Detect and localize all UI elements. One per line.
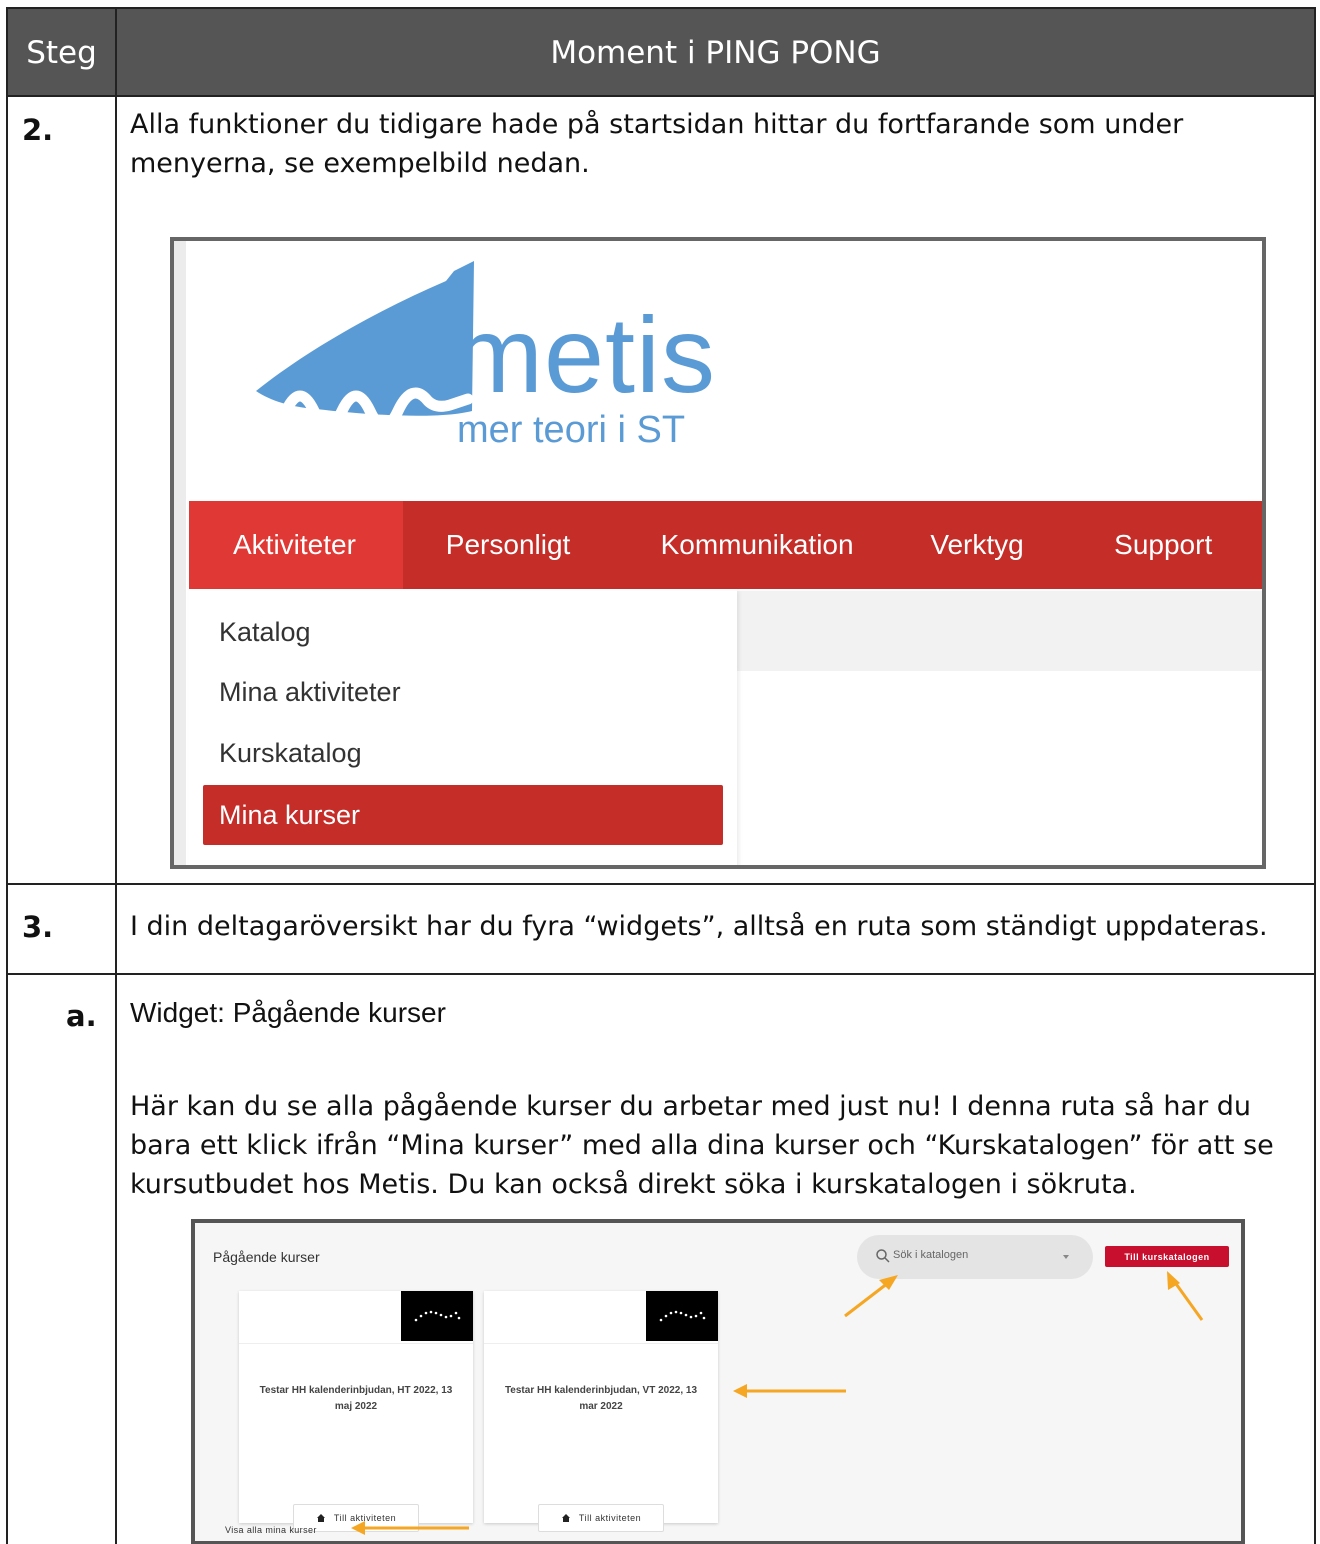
step-number: a. — [66, 999, 97, 1033]
menu-screenshot: metis mer teori i ST Aktiviteter Personl… — [170, 237, 1266, 869]
dropdown-item-katalog[interactable]: Katalog — [219, 617, 311, 648]
header-moment: Moment i PING PONG — [550, 35, 881, 71]
column-divider — [115, 975, 117, 1544]
nav-kommunikation[interactable]: Kommunikation — [617, 501, 889, 589]
step-number: 2. — [22, 113, 54, 147]
arrow-to-cards-head — [733, 1384, 747, 1398]
nav-verktyg[interactable]: Verktyg — [888, 501, 1072, 589]
arrow-to-catalog — [1172, 1280, 1204, 1321]
header-step: Steg — [26, 35, 97, 71]
logo-wordmark: metis — [453, 294, 717, 415]
page-edge — [174, 241, 186, 865]
table-row-step-a: a. Widget: Pågående kurser Här kan du se… — [8, 975, 1314, 1544]
column-divider — [115, 97, 117, 883]
dropdown-item-kurskatalog[interactable]: Kurskatalog — [219, 738, 362, 769]
widget-heading: Widget: Pågående kurser — [130, 997, 446, 1028]
arrow-to-show-all-head — [351, 1521, 365, 1535]
table-row-step-2: 2. Alla funktioner du tidigare hade på s… — [8, 97, 1314, 885]
step-number: 3. — [22, 910, 54, 944]
dropdown-item-mina-aktiviteter[interactable]: Mina aktiviteter — [219, 677, 401, 708]
annotation-arrows — [351, 1271, 1204, 1535]
dropdown-item-mina-kurser[interactable]: Mina kurser — [203, 785, 723, 845]
table-row-step-3: 3. I din deltagaröversikt har du fyra “w… — [8, 885, 1314, 975]
nav-aktiviteter[interactable]: Aktiviteter — [189, 501, 403, 589]
widget-screenshot: Pågående kurser Sök i katalogen Till kur… — [191, 1219, 1245, 1544]
step-description: Här kan du se alla pågående kurser du ar… — [130, 1091, 1274, 1200]
aktiviteter-dropdown: Katalog Mina aktiviteter Kurskatalog Min… — [189, 589, 737, 865]
step-description: I din deltagaröversikt har du fyra “widg… — [130, 911, 1268, 942]
content-strip — [737, 591, 1262, 671]
step-description: Alla funktioner du tidigare hade på star… — [130, 109, 1184, 179]
logo-subtitle: mer teori i ST — [457, 409, 686, 451]
table-header: Steg Moment i PING PONG — [8, 9, 1314, 97]
instruction-table: Steg Moment i PING PONG 2. Alla funktion… — [6, 7, 1316, 1544]
arrow-to-search — [844, 1281, 889, 1318]
nav-support[interactable]: Support — [1072, 501, 1262, 589]
nav-personligt[interactable]: Personligt — [403, 501, 617, 589]
main-navbar: Aktiviteter Personligt Kommunikation Ver… — [189, 501, 1262, 589]
column-divider — [115, 885, 117, 973]
